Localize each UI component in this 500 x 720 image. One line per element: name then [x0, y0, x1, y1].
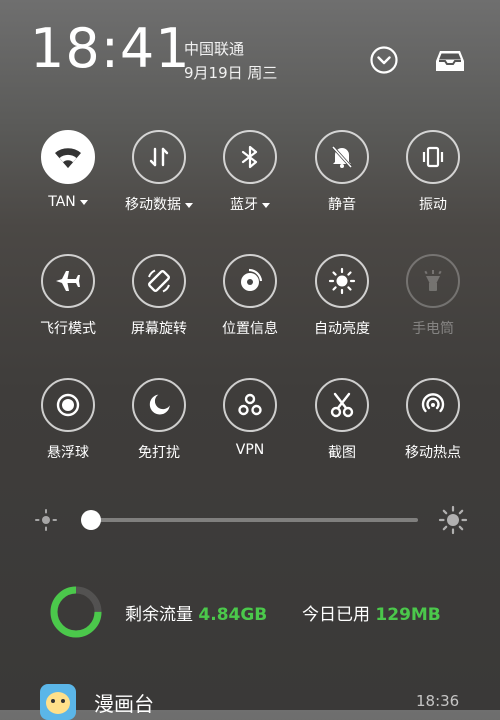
- notification-app-icon[interactable]: [40, 684, 76, 720]
- data-remaining: 剩余流量 4.84GB: [125, 600, 267, 625]
- toggle-label-text: 手电筒: [412, 321, 454, 337]
- toggle-label: 振动: [388, 194, 478, 214]
- toggle-label: 移动数据: [114, 194, 204, 214]
- brightness-auto-icon: [328, 267, 356, 295]
- toggle-rotate[interactable]: 屏幕旋转: [114, 254, 204, 338]
- toggle-mobile-data[interactable]: 移动数据: [114, 130, 204, 214]
- toggle-button[interactable]: [315, 378, 369, 432]
- toggle-button[interactable]: [315, 130, 369, 184]
- toggle-moon[interactable]: 免打扰: [114, 378, 204, 462]
- toggle-label-text: 免打扰: [138, 445, 180, 461]
- toggle-label-text: VPN: [235, 442, 265, 458]
- toggle-label: 截图: [297, 442, 387, 462]
- toggle-label: 屏幕旋转: [114, 318, 204, 338]
- toggle-brightness-auto[interactable]: 自动亮度: [297, 254, 387, 338]
- brightness-high-icon: [438, 505, 468, 539]
- tray-icon: [436, 51, 464, 71]
- toggle-button[interactable]: [223, 130, 277, 184]
- toggle-button[interactable]: [406, 130, 460, 184]
- toggle-label-text: 静音: [328, 197, 356, 213]
- toggle-label: TAN: [23, 194, 113, 210]
- toggle-label-text: 截图: [328, 445, 356, 461]
- brightness-slider-track[interactable]: [92, 518, 418, 522]
- brightness-low-icon: [34, 508, 58, 536]
- toggle-button[interactable]: [41, 130, 95, 184]
- location-icon: [237, 268, 263, 294]
- toggle-label: 位置信息: [205, 318, 295, 338]
- data-remaining-value: 4.84GB: [198, 605, 268, 625]
- toggle-label: 手电筒: [388, 318, 478, 338]
- notification-tray-button[interactable]: [432, 42, 468, 78]
- chevron-down-circle-icon: [370, 46, 398, 74]
- toggle-button[interactable]: [41, 378, 95, 432]
- vibrate-icon: [420, 144, 446, 170]
- toggle-button[interactable]: [223, 378, 277, 432]
- wifi-icon: [53, 144, 83, 170]
- data-today: 今日已用 129MB: [302, 600, 441, 625]
- toggle-wifi[interactable]: TAN: [23, 130, 113, 210]
- toggle-label-text: 移动数据: [125, 197, 181, 213]
- flashlight-icon: [421, 268, 445, 294]
- toggle-button[interactable]: [315, 254, 369, 308]
- clock-time: 18:41: [30, 17, 191, 80]
- bell-off-icon: [329, 144, 355, 170]
- toggle-vibrate[interactable]: 振动: [388, 130, 478, 214]
- toggle-scissors[interactable]: 截图: [297, 378, 387, 462]
- toggle-label-text: 振动: [419, 197, 447, 213]
- toggle-label: 自动亮度: [297, 318, 387, 338]
- toggle-airplane[interactable]: 飞行模式: [23, 254, 113, 338]
- data-usage-ring: [48, 584, 104, 644]
- toggle-vpn[interactable]: VPN: [205, 378, 295, 458]
- data-remaining-label: 剩余流量: [125, 605, 193, 625]
- toggle-label-text: 悬浮球: [47, 445, 89, 461]
- toggle-label-text: 自动亮度: [314, 321, 370, 337]
- rotate-icon: [145, 267, 173, 295]
- toggle-hotspot[interactable]: 移动热点: [388, 378, 478, 462]
- data-today-label: 今日已用: [302, 605, 370, 625]
- collapse-button[interactable]: [366, 42, 402, 78]
- toggle-button[interactable]: [406, 254, 460, 308]
- toggle-floating-ball[interactable]: 悬浮球: [23, 378, 113, 462]
- toggle-label-text: 位置信息: [222, 321, 278, 337]
- hotspot-icon: [419, 391, 447, 419]
- toggle-bluetooth[interactable]: 蓝牙: [205, 130, 295, 214]
- notification-app-name[interactable]: 漫画台: [94, 688, 154, 717]
- toggle-label: 飞行模式: [23, 318, 113, 338]
- toggle-button[interactable]: [132, 378, 186, 432]
- toggle-button[interactable]: [41, 254, 95, 308]
- toggle-label: 蓝牙: [205, 194, 295, 214]
- toggle-label-text: 移动热点: [405, 445, 461, 461]
- notification-time: 18:36: [416, 692, 460, 710]
- toggle-button[interactable]: [132, 130, 186, 184]
- toggle-label: 静音: [297, 194, 387, 214]
- dropdown-arrow-icon[interactable]: [79, 199, 88, 205]
- toggle-flashlight[interactable]: 手电筒: [388, 254, 478, 338]
- mobile-data-icon: [147, 145, 171, 169]
- toggle-bell-off[interactable]: 静音: [297, 130, 387, 214]
- airplane-icon: [54, 268, 82, 294]
- brightness-slider-thumb[interactable]: [81, 510, 101, 530]
- scissors-icon: [328, 391, 356, 419]
- carrier-name: 中国联通: [184, 40, 245, 58]
- floating-ball-icon: [54, 391, 82, 419]
- toggle-button[interactable]: [223, 254, 277, 308]
- bluetooth-icon: [239, 144, 261, 170]
- vpn-icon: [236, 391, 264, 419]
- date-text: 9月19日 周三: [184, 64, 278, 82]
- toggle-label: 免打扰: [114, 442, 204, 462]
- toggle-button[interactable]: [132, 254, 186, 308]
- data-today-value: 129MB: [375, 605, 441, 625]
- dropdown-arrow-icon[interactable]: [185, 202, 193, 208]
- toggle-label: 悬浮球: [23, 442, 113, 462]
- toggle-location[interactable]: 位置信息: [205, 254, 295, 338]
- moon-icon: [146, 392, 172, 418]
- toggle-button[interactable]: [406, 378, 460, 432]
- toggle-label-text: 屏幕旋转: [131, 321, 187, 337]
- toggle-label-text: TAN: [48, 194, 76, 210]
- toggle-label-text: 蓝牙: [230, 197, 258, 213]
- toggle-label: 移动热点: [388, 442, 478, 462]
- toggle-label: VPN: [205, 442, 295, 458]
- dropdown-arrow-icon[interactable]: [262, 202, 270, 208]
- toggle-label-text: 飞行模式: [40, 321, 96, 337]
